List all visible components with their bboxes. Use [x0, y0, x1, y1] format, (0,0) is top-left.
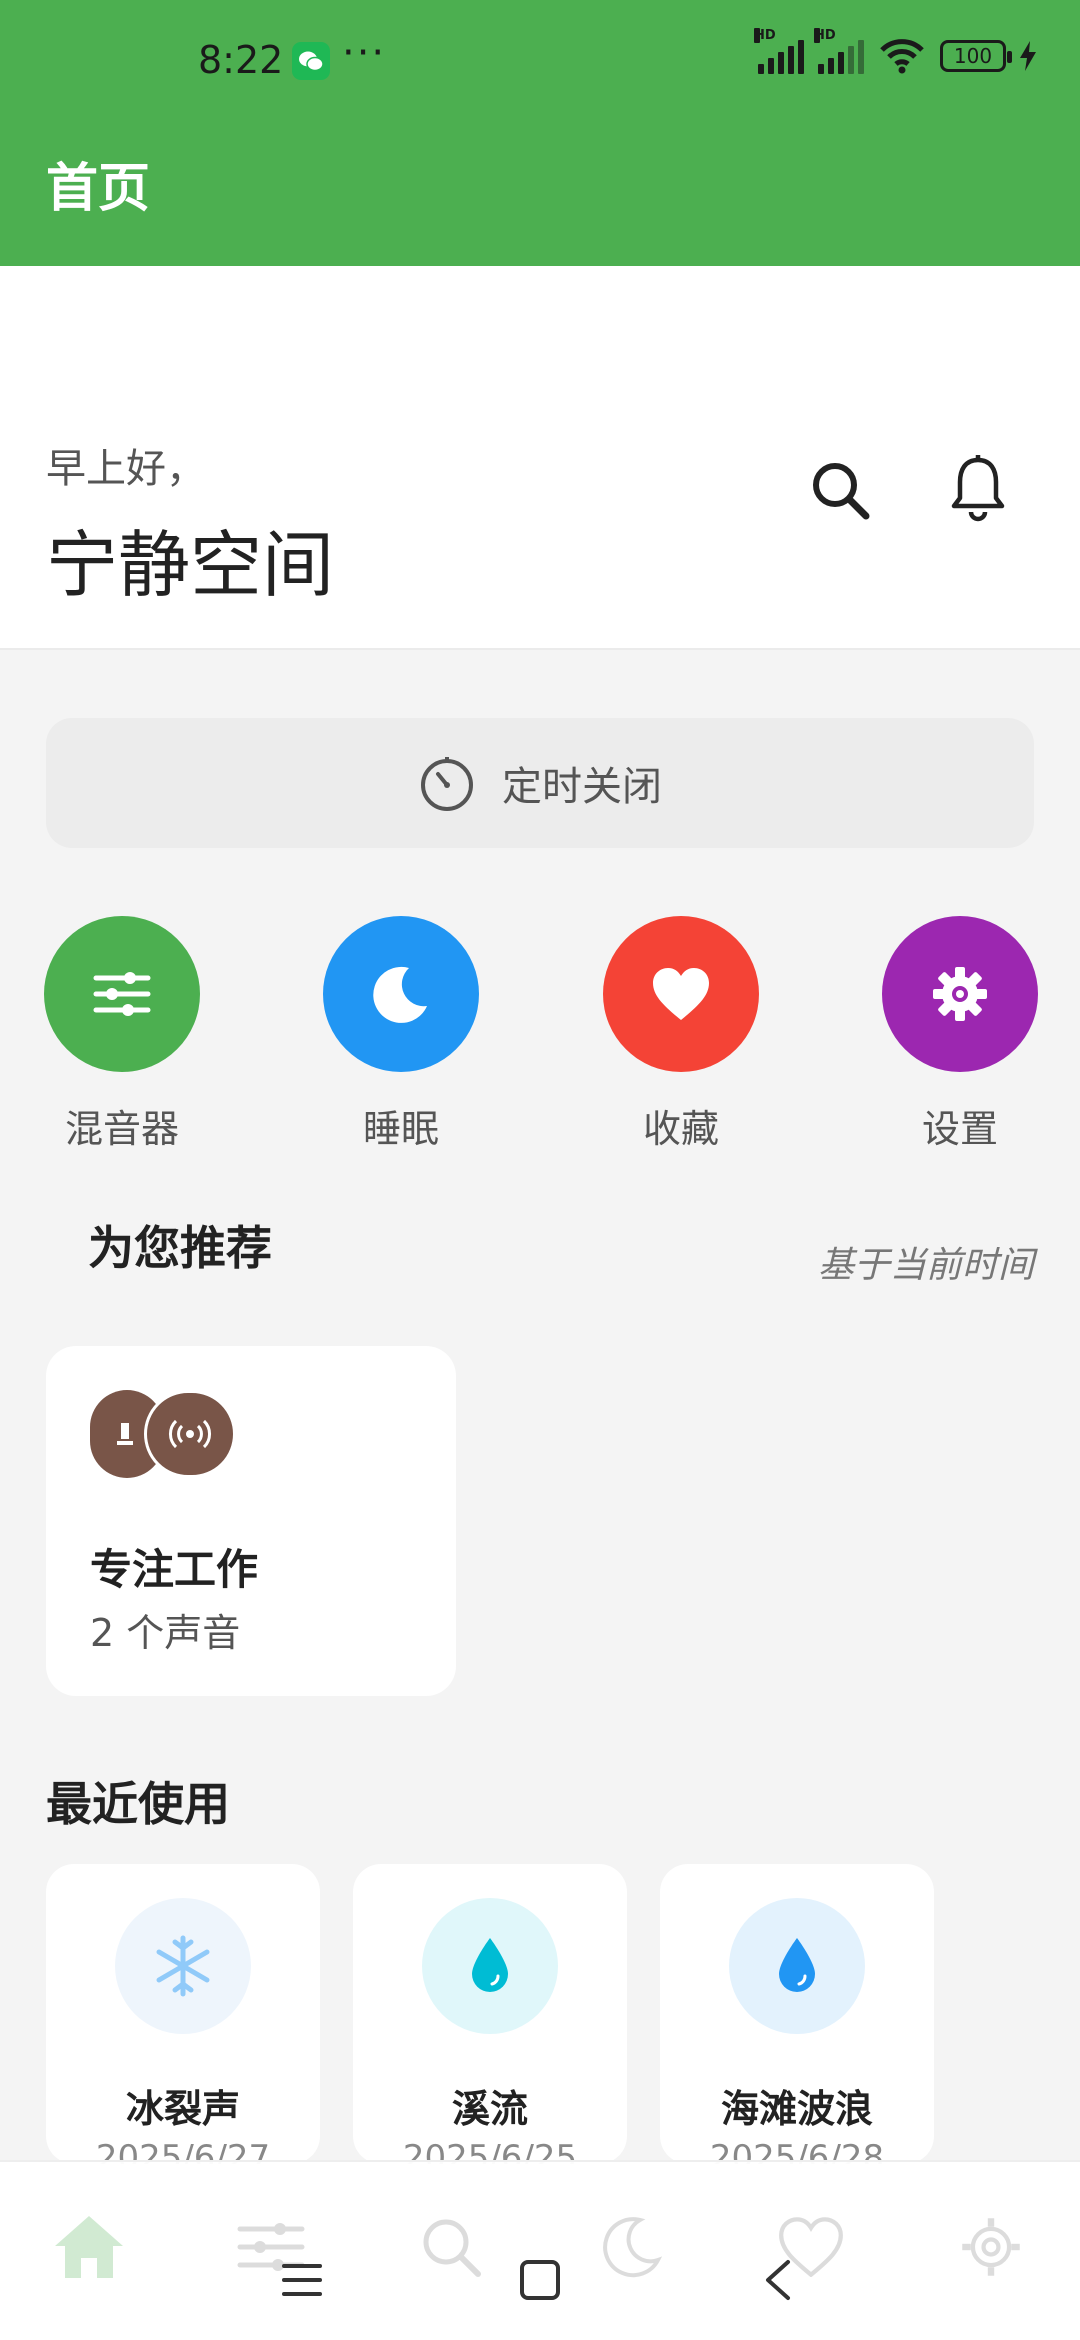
cell-signal-icon-2: HD [814, 28, 864, 74]
recommend-card-count: 2 个声音 [90, 1611, 241, 1655]
system-menu-button[interactable] [272, 2250, 332, 2310]
search-icon [813, 463, 870, 520]
charging-icon [1020, 41, 1036, 71]
recommend-subtitle: 基于当前时间 [817, 1245, 1034, 1286]
moon-icon [373, 966, 427, 1023]
home-icon [55, 2216, 123, 2278]
square-home-icon [520, 2260, 560, 2300]
recent-item[interactable]: 冰裂声 2025/6/27 [46, 1864, 320, 2164]
timer-icon [421, 757, 473, 811]
notifications-button[interactable] [938, 448, 1018, 528]
greeting-title: 宁静空间 [46, 523, 335, 607]
search-icon [423, 2219, 481, 2277]
recent-item[interactable]: 溪流 2025/6/25 [353, 1864, 627, 2164]
menu-icon [282, 2264, 322, 2296]
recommend-title: 为您推荐 [88, 1221, 272, 1275]
nav-search[interactable] [406, 2202, 496, 2292]
settings-label: 设置 [921, 1107, 998, 1151]
cell-signal-icon: HD [754, 28, 804, 74]
back-icon [766, 2260, 790, 2300]
favorites-label: 收藏 [642, 1107, 719, 1151]
recent-item-name: 海滩波浪 [720, 2087, 873, 2131]
app-header: 8:22 ··· HD HD 100 首页 [0, 0, 1080, 266]
water-drop-icon [729, 1898, 865, 2034]
search-button[interactable] [800, 450, 880, 530]
quick-action-sleep[interactable]: 睡眠 [323, 916, 479, 1153]
recent-title: 最近使用 [46, 1777, 230, 1831]
recent-item-name: 溪流 [451, 2087, 528, 2131]
status-bar: 8:22 ··· HD HD 100 [0, 0, 1080, 124]
battery-indicator: 100 [940, 40, 1012, 72]
nav-settings[interactable] [946, 2202, 1036, 2292]
sleep-button[interactable] [323, 916, 479, 1072]
mixer-label: 混音器 [64, 1107, 179, 1151]
system-back-button[interactable] [748, 2250, 808, 2310]
page-title: 首页 [46, 159, 151, 219]
recommend-card[interactable]: 专注工作 2 个声音 [46, 1346, 456, 1696]
wechat-icon [292, 42, 330, 80]
nav-sleep[interactable] [586, 2202, 676, 2292]
moon-icon [603, 2217, 663, 2278]
recommend-card-title: 专注工作 [90, 1545, 259, 1594]
gear-icon [933, 967, 987, 1021]
recent-item-name: 冰裂声 [125, 2087, 240, 2131]
quick-action-mixer[interactable]: 混音器 [44, 916, 200, 1153]
nav-home[interactable] [44, 2202, 134, 2292]
greeting-card: 早上好， 宁静空间 [0, 266, 1080, 650]
sleep-label: 睡眠 [362, 1107, 439, 1151]
more-notifications-icon: ··· [342, 30, 387, 76]
mixer-button[interactable] [44, 916, 200, 1072]
gear-icon [962, 2218, 1020, 2276]
water-drop-icon [422, 1898, 558, 2034]
snowflake-icon [115, 1898, 251, 2034]
wifi-icon [880, 39, 924, 74]
broadcast-icon [144, 1390, 236, 1478]
recent-item[interactable]: 海滩波浪 2025/6/28 [660, 1864, 934, 2164]
status-time: 8:22 [198, 38, 284, 82]
settings-button[interactable] [882, 916, 1038, 1072]
quick-action-favorites[interactable]: 收藏 [603, 916, 759, 1153]
sliders-icon [93, 972, 151, 1016]
heart-icon [653, 968, 709, 1020]
quick-action-settings[interactable]: 设置 [882, 916, 1038, 1153]
timer-label: 定时关闭 [502, 764, 662, 810]
favorites-button[interactable] [603, 916, 759, 1072]
system-home-button[interactable] [510, 2250, 570, 2310]
timer-close-button[interactable]: 定时关闭 [46, 718, 1034, 848]
bell-icon [951, 455, 1005, 522]
greeting-subtitle: 早上好， [46, 446, 206, 492]
